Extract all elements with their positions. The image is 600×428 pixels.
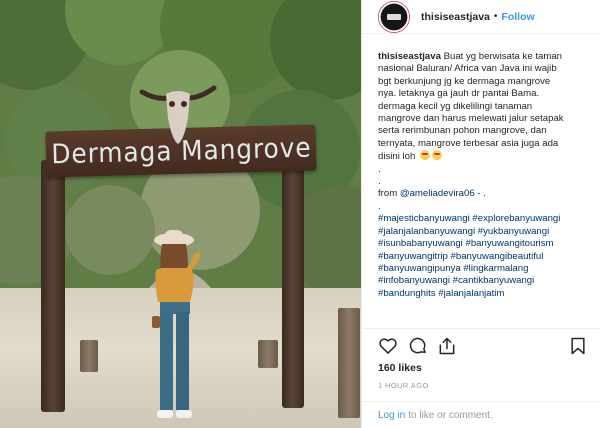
caption-dot: . bbox=[378, 200, 381, 212]
hashtag-line[interactable]: #banyuwangipunya #lingkarmalang bbox=[378, 263, 597, 275]
follow-button[interactable]: Follow bbox=[501, 11, 534, 23]
hashtag-line[interactable]: #banyuwangitrip #banyuwangibeautiful bbox=[378, 251, 597, 263]
wooden-stump bbox=[338, 308, 360, 418]
post-caption: thisiseastjava Buat yg berwisata ke tama… bbox=[378, 51, 597, 300]
woman-figure bbox=[152, 230, 201, 418]
header-username[interactable]: thisiseastjava bbox=[421, 11, 490, 23]
header-separator: • bbox=[493, 11, 498, 22]
caption-dot: . bbox=[378, 176, 381, 188]
caption-text: disini loh bbox=[378, 151, 416, 163]
avatar-logo bbox=[387, 13, 401, 20]
sign-post-left bbox=[41, 160, 65, 412]
post-sidebar: thisiseastjava • Follow thisiseastjava B… bbox=[361, 0, 600, 428]
caption-line: dermaga kecil yg dikelilingi tanaman bbox=[378, 100, 533, 112]
sign-post-right bbox=[282, 160, 304, 408]
hashtag-line[interactable]: #isunbabanyuwangi #banyuwangitourism bbox=[378, 238, 597, 250]
hashtag-line[interactable]: #infobanyuwangi #cantikbanyuwangi bbox=[378, 275, 597, 287]
hashtag-line[interactable]: #bandunghits #jalanjalanjatim bbox=[378, 288, 597, 300]
login-link[interactable]: Log in bbox=[378, 410, 405, 421]
caption-from-line: from @ameliadevira06 - . bbox=[378, 188, 597, 200]
hashtag-line[interactable]: #majesticbanyuwangi #explorebanyuwangi bbox=[378, 213, 597, 225]
likes-count[interactable]: 160 likes bbox=[378, 362, 422, 374]
from-prefix: from bbox=[378, 188, 398, 200]
heart-icon[interactable] bbox=[378, 336, 398, 356]
buffalo-skull-icon bbox=[139, 85, 217, 144]
post-header: thisiseastjava • Follow bbox=[362, 0, 600, 34]
avatar[interactable] bbox=[378, 0, 410, 33]
hashtag-line[interactable]: #jalanjalanbanyuwangi #yukbanyuwangi bbox=[378, 226, 597, 238]
from-suffix: - . bbox=[477, 188, 486, 200]
bookmark-icon[interactable] bbox=[568, 336, 588, 356]
comment-bar: Log in to like or comment. bbox=[362, 401, 600, 428]
action-bar bbox=[362, 328, 600, 356]
caption-dot: . bbox=[378, 163, 381, 175]
caption-line: nasional Baluran/ Africa van Java ini wa… bbox=[378, 63, 557, 75]
heart-eyes-emoji-icon bbox=[432, 150, 443, 161]
mention-link[interactable]: @ameliadevira06 bbox=[400, 188, 475, 199]
wooden-stump bbox=[80, 340, 98, 372]
comment-icon[interactable] bbox=[408, 336, 428, 356]
caption-line: mangrove dan harus melewati jalur setapa… bbox=[378, 113, 564, 125]
caption-text: Buat yg berwisata ke taman bbox=[443, 51, 562, 62]
caption-line: thisiseastjava Buat yg berwisata ke tama… bbox=[378, 51, 597, 63]
caption-line: disini loh bbox=[378, 150, 597, 163]
caption-username[interactable]: thisiseastjava bbox=[378, 51, 441, 62]
heart-eyes-emoji-icon bbox=[420, 150, 431, 161]
instagram-post: Dermaga Mangrove thisiseastjava • Follow… bbox=[0, 0, 600, 428]
comment-prompt: to like or comment. bbox=[408, 409, 493, 421]
caption-line: bgt berkunjung jg ke dermaga mangrove bbox=[378, 75, 551, 87]
share-icon[interactable] bbox=[437, 336, 457, 356]
wooden-stump bbox=[258, 340, 278, 368]
post-timestamp[interactable]: 1 HOUR AGO bbox=[378, 381, 429, 390]
post-photo[interactable]: Dermaga Mangrove bbox=[0, 0, 361, 428]
caption-line: nya. letaknya ga jauh dr pantai Bama. bbox=[378, 88, 540, 100]
caption-line: ternyata, mangrove terbesar asia juga ad… bbox=[378, 137, 559, 149]
caption-line: serta rerimbunan pohon mangrove, dan bbox=[378, 125, 547, 137]
